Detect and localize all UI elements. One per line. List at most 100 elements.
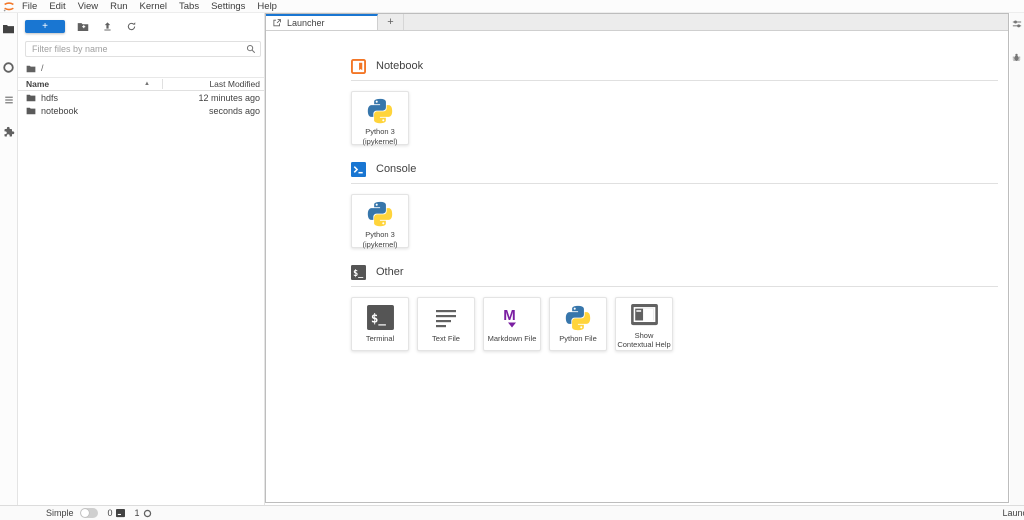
python-icon xyxy=(367,201,394,227)
section-header: $_ Other xyxy=(351,264,998,280)
svg-text:$_: $_ xyxy=(353,267,364,277)
section-header: Console xyxy=(351,161,998,177)
file-name: hdfs xyxy=(41,93,198,103)
property-inspector-icon[interactable] xyxy=(1012,19,1022,29)
right-activity-bar xyxy=(1010,13,1024,505)
python-icon xyxy=(565,304,592,331)
jupyter-logo-icon xyxy=(2,1,16,12)
tab-launcher[interactable]: Launcher xyxy=(266,14,378,30)
sort-ascending-icon[interactable]: ▲ xyxy=(144,81,162,87)
tab-bar: Launcher + xyxy=(266,14,1008,31)
left-activity-bar xyxy=(0,13,18,505)
section-divider xyxy=(351,183,998,184)
running-kernels-icon[interactable] xyxy=(2,61,15,74)
add-tab-button[interactable]: + xyxy=(378,14,404,30)
file-name: notebook xyxy=(41,106,209,116)
file-browser-toolbar: + xyxy=(18,13,264,39)
breadcrumb-root[interactable]: / xyxy=(41,63,44,73)
column-header-name[interactable]: Name xyxy=(18,79,144,89)
file-row-hdfs[interactable]: hdfs 12 minutes ago xyxy=(18,91,264,104)
refresh-icon[interactable] xyxy=(125,20,137,32)
breadcrumb[interactable]: / xyxy=(18,59,264,77)
launcher-card-console-python3[interactable]: Python 3 (ipykernel) xyxy=(351,194,409,248)
folder-icon xyxy=(26,93,36,102)
simple-mode-toggle[interactable] xyxy=(80,508,98,518)
terminal-icon: $_ xyxy=(367,304,394,331)
file-browser-icon[interactable] xyxy=(2,22,15,35)
file-browser-panel: + xyxy=(18,13,265,505)
search-icon xyxy=(246,44,256,54)
card-label: Python 3 (ipykernel) xyxy=(353,127,407,147)
card-label: Markdown File xyxy=(485,334,539,344)
menu-bar: File Edit View Run Kernel Tabs Settings … xyxy=(0,0,1024,13)
section-title: Other xyxy=(376,266,404,278)
contextual-help-icon xyxy=(631,304,658,328)
card-row: $_ Terminal xyxy=(351,297,998,351)
menu-edit[interactable]: Edit xyxy=(43,1,71,12)
section-divider xyxy=(351,80,998,81)
file-modified: 12 minutes ago xyxy=(198,93,264,103)
launcher-section-console: Console Python 3 (ipykernel) xyxy=(351,161,998,248)
card-label: Terminal xyxy=(353,334,407,344)
launcher-card-contextual-help[interactable]: Show Contextual Help xyxy=(615,297,673,351)
section-title: Notebook xyxy=(376,60,423,72)
file-modified: seconds ago xyxy=(209,106,264,116)
section-header: Notebook xyxy=(351,58,998,74)
markdown-icon: M xyxy=(499,304,526,331)
notebook-icon xyxy=(351,59,366,74)
launcher-section-notebook: Notebook Python 3 (ipykernel) xyxy=(351,58,998,145)
card-row: Python 3 (ipykernel) xyxy=(351,194,998,248)
card-label: Python 3 (ipykernel) xyxy=(353,230,407,250)
folder-icon xyxy=(26,106,36,115)
section-title: Console xyxy=(376,163,416,175)
table-of-contents-icon[interactable] xyxy=(2,93,15,106)
debugger-icon[interactable] xyxy=(1012,53,1022,63)
file-row-notebook[interactable]: notebook seconds ago xyxy=(18,104,264,117)
terminal-icon: $_ xyxy=(351,265,366,280)
kernels-count[interactable]: 1 xyxy=(135,508,140,518)
filter-files-input[interactable] xyxy=(25,41,261,57)
menu-file[interactable]: File xyxy=(16,1,43,12)
kernel-status-icon[interactable] xyxy=(143,509,152,518)
card-label: Text File xyxy=(419,334,473,344)
file-list-header: Name ▲ Last Modified xyxy=(18,77,264,91)
new-folder-icon[interactable] xyxy=(77,20,89,32)
section-divider xyxy=(351,286,998,287)
upload-icon[interactable] xyxy=(101,20,113,32)
status-bar: Simple 0 1 Launcher xyxy=(0,505,1024,520)
menu-tabs[interactable]: Tabs xyxy=(173,1,205,12)
console-icon xyxy=(351,162,366,177)
launcher-card-text-file[interactable]: Text File xyxy=(417,297,475,351)
menu-run[interactable]: Run xyxy=(104,1,133,12)
column-header-modified[interactable]: Last Modified xyxy=(163,79,264,89)
current-activity-label: Launcher xyxy=(1002,508,1024,518)
terminal-status-icon[interactable] xyxy=(116,509,125,518)
menu-view[interactable]: View xyxy=(72,1,104,12)
new-launcher-button[interactable]: + xyxy=(25,20,65,33)
svg-text:$_: $_ xyxy=(370,310,386,326)
main-dock-panel: Launcher + Notebook xyxy=(265,13,1009,503)
svg-text:M: M xyxy=(503,307,516,324)
tab-label: Launcher xyxy=(287,18,325,28)
launcher-card-markdown-file[interactable]: M Markdown File xyxy=(483,297,541,351)
menu-help[interactable]: Help xyxy=(251,1,283,12)
extension-manager-icon[interactable] xyxy=(2,125,15,138)
simple-mode-label: Simple xyxy=(46,508,74,518)
launcher-card-terminal[interactable]: $_ Terminal xyxy=(351,297,409,351)
card-label: Show Contextual Help xyxy=(617,331,671,351)
jupyterlab-app: File Edit View Run Kernel Tabs Settings … xyxy=(0,0,1024,520)
python-icon xyxy=(367,98,394,124)
menu-settings[interactable]: Settings xyxy=(205,1,251,12)
terminals-count[interactable]: 0 xyxy=(108,508,113,518)
launcher-card-notebook-python3[interactable]: Python 3 (ipykernel) xyxy=(351,91,409,145)
launcher: Notebook Python 3 (ipykernel) xyxy=(266,31,1008,502)
text-file-icon xyxy=(433,304,460,331)
launcher-card-python-file[interactable]: Python File xyxy=(549,297,607,351)
filter-files-wrap xyxy=(25,41,261,57)
menu-kernel[interactable]: Kernel xyxy=(134,1,173,12)
home-folder-icon xyxy=(26,64,36,73)
card-label: Python File xyxy=(551,334,605,344)
launcher-section-other: $_ Other $_ Terminal xyxy=(351,264,998,351)
launcher-tab-icon xyxy=(272,18,282,28)
card-row: Python 3 (ipykernel) xyxy=(351,91,998,145)
